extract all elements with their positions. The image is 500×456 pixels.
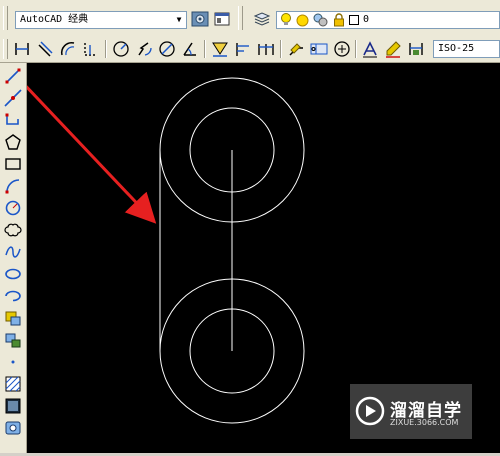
arc-length-icon[interactable] — [58, 39, 78, 59]
toolbar-workspaces: AutoCAD 经典 ▼ 0 — [0, 0, 500, 37]
polygon-icon[interactable] — [3, 132, 23, 152]
insert-block-icon[interactable] — [3, 308, 23, 328]
tolerance-icon[interactable] — [309, 39, 329, 59]
gradient-icon[interactable] — [3, 396, 23, 416]
quick-dim-icon[interactable] — [210, 39, 230, 59]
dimstyle-combo-value: ISO-25 — [438, 43, 475, 54]
toolbar-grip[interactable] — [238, 6, 243, 30]
toolbar-separator — [204, 40, 206, 58]
revision-cloud-icon[interactable] — [3, 220, 23, 240]
ellipse-icon[interactable] — [3, 264, 23, 284]
diameter-icon[interactable] — [157, 39, 177, 59]
color-square-icon[interactable] — [349, 15, 359, 31]
circle-icon[interactable] — [3, 198, 23, 218]
play-logo-icon — [355, 396, 385, 426]
ellipse-arc-icon[interactable] — [3, 286, 23, 306]
toolbar-grip[interactable] — [3, 39, 8, 59]
rectangle-icon[interactable] — [3, 154, 23, 174]
jogged-icon[interactable] — [134, 39, 154, 59]
freeze-icon[interactable] — [313, 13, 328, 33]
hatch-icon[interactable] — [3, 374, 23, 394]
layer-name: 0 — [363, 14, 370, 25]
linear-dim-icon[interactable] — [12, 39, 32, 59]
spline-icon[interactable] — [3, 242, 23, 262]
toolbar-separator — [280, 40, 282, 58]
toolbar-grip[interactable] — [3, 6, 8, 30]
ordinate-dim-icon[interactable] — [81, 39, 101, 59]
watermark-url: ZIXUE.3066.COM — [390, 418, 459, 427]
red-arrow-annotation — [19, 79, 157, 224]
lightbulb-icon[interactable] — [280, 13, 292, 33]
dimtext-edit-icon[interactable] — [383, 39, 403, 59]
continue-icon[interactable] — [256, 39, 276, 59]
dim-update-icon[interactable] — [406, 39, 426, 59]
chevron-down-icon[interactable]: ▼ — [172, 12, 186, 28]
aligned-dim-icon[interactable] — [35, 39, 55, 59]
sun-icon[interactable] — [296, 14, 309, 33]
draw-toolbar — [0, 63, 27, 453]
toolbar-dimension: ISO-25 — [0, 36, 500, 63]
radius-icon[interactable] — [111, 39, 131, 59]
baseline-icon[interactable] — [233, 39, 253, 59]
workspace-combo[interactable]: AutoCAD 经典 ▼ — [15, 11, 187, 29]
line-icon[interactable] — [3, 66, 23, 86]
center-mark-icon[interactable] — [332, 39, 352, 59]
construction-line-icon[interactable] — [3, 88, 23, 108]
watermark: 溜溜自学 ZIXUE.3066.COM — [350, 384, 472, 439]
region-icon[interactable] — [3, 418, 23, 438]
workspace-combo-value: AutoCAD 经典 — [20, 14, 89, 25]
lock-icon[interactable] — [333, 13, 345, 33]
dimstyle-combo[interactable]: ISO-25 — [433, 40, 500, 58]
toolbar-separator — [105, 40, 107, 58]
workspace-icon[interactable] — [212, 9, 232, 29]
toolbar-separator — [355, 40, 357, 58]
dimension-edit-icon[interactable] — [360, 39, 380, 59]
arc-icon[interactable] — [3, 176, 23, 196]
settings-icon[interactable] — [190, 9, 210, 29]
layer-properties-icon[interactable] — [252, 9, 272, 29]
layer-combo[interactable]: 0 — [276, 11, 500, 29]
point-icon[interactable] — [3, 352, 23, 372]
quick-leader-icon[interactable] — [286, 39, 306, 59]
angular-icon[interactable] — [180, 39, 200, 59]
polyline-icon[interactable] — [3, 110, 23, 130]
make-block-icon[interactable] — [3, 330, 23, 350]
